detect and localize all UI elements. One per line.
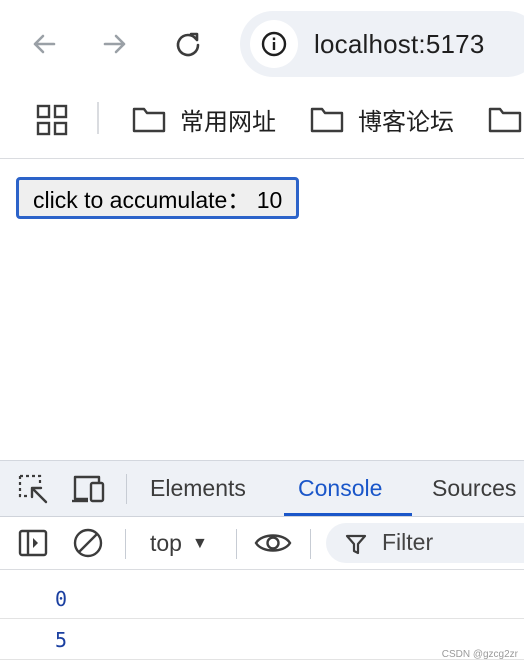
- filter-input[interactable]: Filter: [326, 523, 524, 563]
- bookmarks-divider: [97, 102, 99, 134]
- accumulate-button[interactable]: click to accumulate： 10: [16, 177, 300, 219]
- console-log-value: 0: [55, 587, 68, 611]
- bookmark-label: 博客论坛: [358, 108, 454, 136]
- watermark: CSDN @gzcg2zr: [441, 649, 518, 660]
- console-log-row: 0: [0, 578, 524, 619]
- arrow-right-icon: [103, 34, 126, 54]
- folder-icon: [310, 107, 344, 133]
- arrow-left-icon: [33, 34, 56, 54]
- toolbar-divider: [236, 529, 237, 559]
- toolbar-divider: [126, 474, 127, 504]
- show-sidebar-button[interactable]: [16, 526, 50, 560]
- filter-icon: [345, 534, 367, 555]
- forward-button[interactable]: [93, 22, 137, 66]
- live-expression-button[interactable]: [254, 526, 292, 560]
- bookmark-folder-3[interactable]: [488, 102, 524, 136]
- inspect-icon: [18, 474, 48, 504]
- apps-grid-icon[interactable]: [36, 104, 68, 136]
- context-selector[interactable]: top ▼: [150, 530, 208, 557]
- page-content: click to accumulate： 10: [0, 159, 524, 460]
- filter-placeholder: Filter: [382, 529, 434, 555]
- console-log-value: 5: [55, 628, 68, 652]
- eye-icon: [254, 534, 292, 552]
- context-label: top: [150, 530, 182, 556]
- clear-icon: [73, 528, 103, 558]
- address-bar[interactable]: localhost:5173: [240, 11, 524, 77]
- info-icon: [261, 31, 287, 57]
- bookmark-folder-1[interactable]: 常用网址: [132, 102, 276, 136]
- sidebar-icon: [18, 529, 48, 557]
- site-info-button[interactable]: [250, 20, 298, 68]
- active-tab-indicator: [284, 513, 412, 516]
- reload-icon: [176, 32, 200, 57]
- bookmark-label: 常用网址: [180, 108, 276, 136]
- reload-button[interactable]: [166, 22, 210, 66]
- console-toolbar: top ▼ Filter: [0, 517, 524, 570]
- devtools-panel: Elements Console Sources top ▼ Filter 0 …: [0, 460, 524, 667]
- url-text[interactable]: localhost:5173: [314, 29, 484, 60]
- tab-elements[interactable]: Elements: [150, 475, 246, 502]
- device-toolbar-button[interactable]: [72, 472, 106, 506]
- bookmarks-bar: 常用网址 博客论坛: [0, 90, 524, 159]
- clear-console-button[interactable]: [71, 526, 105, 560]
- tab-console[interactable]: Console: [298, 475, 382, 502]
- toolbar-divider: [310, 529, 311, 559]
- devtools-tab-bar: Elements Console Sources: [0, 461, 524, 517]
- folder-icon: [488, 107, 522, 133]
- toolbar-divider: [125, 529, 126, 559]
- bookmark-folder-2[interactable]: 博客论坛: [310, 102, 454, 136]
- browser-toolbar: localhost:5173: [0, 0, 524, 90]
- back-button[interactable]: [22, 22, 66, 66]
- folder-icon: [132, 107, 166, 133]
- device-icon: [72, 475, 105, 503]
- inspect-element-button[interactable]: [16, 472, 50, 506]
- tab-sources[interactable]: Sources: [432, 475, 516, 502]
- caret-down-icon: ▼: [191, 534, 208, 552]
